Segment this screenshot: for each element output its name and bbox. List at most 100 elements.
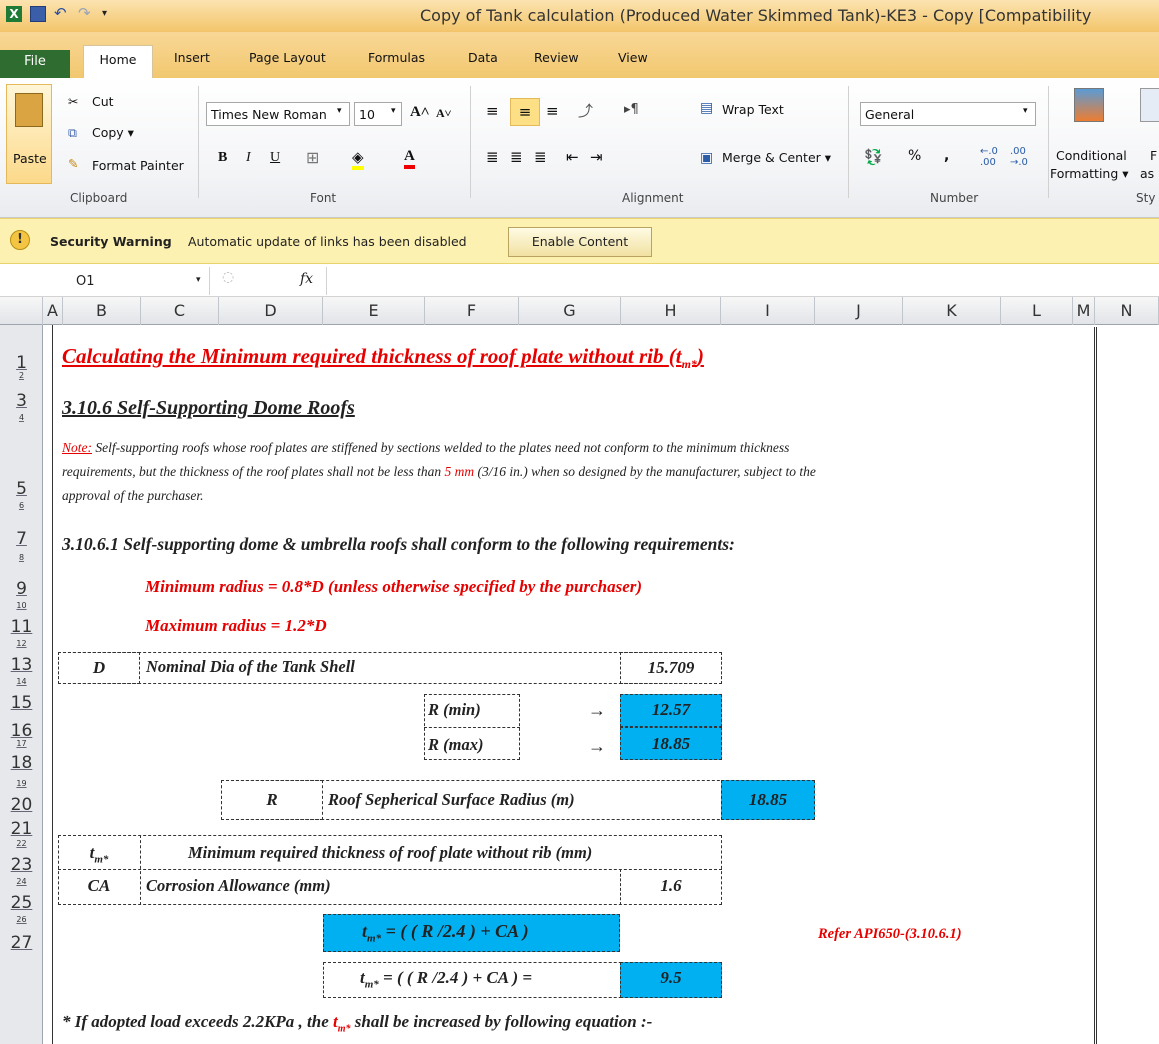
tab-file[interactable]: File xyxy=(0,50,70,78)
align-right-icon[interactable]: ≣ xyxy=(534,148,547,166)
font-size-select[interactable]: 10 ▾ xyxy=(354,102,402,126)
row-header[interactable]: 22 xyxy=(0,839,43,849)
align-bottom-icon[interactable]: ≡ xyxy=(546,102,559,120)
column-header[interactable]: J xyxy=(815,297,903,325)
save-icon[interactable] xyxy=(30,6,46,22)
formula-input[interactable] xyxy=(326,267,1159,295)
row-header[interactable]: 10 xyxy=(0,601,43,611)
row-header[interactable]: 4 xyxy=(0,413,43,423)
tab-home[interactable]: Home xyxy=(83,45,153,78)
paste-icon xyxy=(15,93,43,127)
ca-value: 1.6 xyxy=(660,876,682,895)
column-header[interactable]: I xyxy=(721,297,815,325)
row-header[interactable]: 12 xyxy=(0,639,43,649)
row-header[interactable]: 14 xyxy=(0,677,43,687)
select-all-corner[interactable] xyxy=(0,297,43,325)
number-format-select[interactable]: General ▾ xyxy=(860,102,1036,126)
underline-icon[interactable]: U xyxy=(270,150,280,166)
row-header[interactable]: 9 xyxy=(0,579,43,599)
column-header[interactable]: D xyxy=(219,297,323,325)
align-left-icon[interactable]: ≣ xyxy=(486,148,499,166)
percent-icon[interactable]: % xyxy=(908,148,921,164)
section-title: 3.10.6 Self-Supporting Dome Roofs xyxy=(62,397,355,419)
row-header[interactable]: 7 xyxy=(0,529,43,549)
insert-function-icon[interactable]: fx xyxy=(300,271,313,287)
row-header[interactable]: 3 xyxy=(0,391,43,411)
row-header[interactable]: 19 xyxy=(0,779,43,789)
conditional-formatting-button[interactable]: Conditional xyxy=(1056,148,1127,163)
currency-icon[interactable]: 💱 xyxy=(864,148,883,166)
row-header[interactable]: 16 xyxy=(0,721,43,741)
paste-button[interactable]: Paste xyxy=(6,84,52,184)
increase-indent-icon[interactable]: ⇥ xyxy=(590,148,603,166)
row-header[interactable]: 20 xyxy=(0,795,43,815)
tab-data[interactable]: Data xyxy=(468,50,498,65)
radius-label: Roof Sepherical Surface Radius (m) xyxy=(328,790,575,809)
format-painter-button[interactable]: Format Painter xyxy=(92,158,184,173)
wrap-text-button[interactable]: Wrap Text xyxy=(722,102,784,117)
font-color-icon[interactable]: A xyxy=(404,148,415,169)
row-header[interactable]: 1 xyxy=(0,353,43,373)
row-header[interactable]: 11 xyxy=(0,617,43,637)
grow-font-icon[interactable]: A˄ xyxy=(410,104,429,121)
tab-insert[interactable]: Insert xyxy=(174,50,210,65)
font-name-select[interactable]: Times New Roman ▾ xyxy=(206,102,350,126)
row-header[interactable]: 2 xyxy=(0,371,43,381)
align-center-icon[interactable]: ≣ xyxy=(510,148,523,166)
border-icon[interactable]: ⊞ xyxy=(306,148,319,167)
format-table-button[interactable]: F xyxy=(1150,148,1157,163)
column-header[interactable]: H xyxy=(621,297,721,325)
row-header[interactable]: 18 xyxy=(0,753,43,773)
font-name-value: Times New Roman xyxy=(211,107,327,122)
row-header[interactable]: 27 xyxy=(0,933,43,953)
column-header[interactable]: M xyxy=(1073,297,1095,325)
column-header[interactable]: L xyxy=(1001,297,1073,325)
tab-formulas[interactable]: Formulas xyxy=(368,50,425,65)
column-header[interactable]: K xyxy=(903,297,1001,325)
column-header[interactable]: F xyxy=(425,297,519,325)
bold-icon[interactable]: B xyxy=(218,150,227,166)
copy-button[interactable]: Copy ▾ xyxy=(92,125,134,140)
row-header[interactable]: 5 xyxy=(0,479,43,499)
row-header[interactable]: 21 xyxy=(0,819,43,839)
column-header[interactable]: B xyxy=(63,297,141,325)
row-header[interactable]: 26 xyxy=(0,915,43,925)
row-header[interactable]: 6 xyxy=(0,501,43,511)
column-header[interactable]: C xyxy=(141,297,219,325)
tab-view[interactable]: View xyxy=(618,50,648,65)
shrink-font-icon[interactable]: A˅ xyxy=(436,106,452,121)
formula-bar-resize-icon[interactable]: ◌ xyxy=(222,269,234,285)
decrease-decimal-icon[interactable]: .00 →.0 xyxy=(1010,146,1028,168)
row-header[interactable]: 8 xyxy=(0,553,43,563)
row-header[interactable]: 25 xyxy=(0,893,43,913)
tab-page-layout[interactable]: Page Layout xyxy=(249,50,326,65)
redo-icon[interactable]: ↷ xyxy=(78,6,94,22)
enable-content-button[interactable]: Enable Content xyxy=(508,227,652,257)
cut-button[interactable]: Cut xyxy=(92,94,114,109)
row-header[interactable]: 13 xyxy=(0,655,43,675)
fill-color-icon[interactable]: ◈ xyxy=(352,148,364,170)
align-middle-icon[interactable]: ≡ xyxy=(510,98,540,126)
tab-review[interactable]: Review xyxy=(534,50,579,65)
comma-icon[interactable]: , xyxy=(944,148,949,164)
column-header[interactable]: N xyxy=(1095,297,1159,325)
column-header[interactable]: E xyxy=(323,297,425,325)
row-header[interactable]: 17 xyxy=(0,739,43,749)
text-direction-icon[interactable]: ▸¶ xyxy=(624,102,639,117)
window-title: Copy of Tank calculation (Produced Water… xyxy=(420,6,1092,25)
name-box[interactable]: O1 ▾ xyxy=(0,267,210,295)
row-header[interactable]: 15 xyxy=(0,693,43,713)
increase-decimal-icon[interactable]: ←.0.00 xyxy=(980,146,998,168)
undo-icon[interactable]: ↶ xyxy=(54,6,70,22)
customize-toolbar-icon[interactable]: ▾ xyxy=(102,6,118,22)
merge-center-button[interactable]: Merge & Center ▾ xyxy=(722,150,831,165)
row-header[interactable]: 24 xyxy=(0,877,43,887)
column-header[interactable]: G xyxy=(519,297,621,325)
orientation-icon[interactable]: ⤴ xyxy=(578,100,593,121)
format-table-label: as xyxy=(1140,166,1155,181)
column-header[interactable]: A xyxy=(43,297,63,325)
row-header[interactable]: 23 xyxy=(0,855,43,875)
decrease-indent-icon[interactable]: ⇤ xyxy=(566,148,579,166)
align-top-icon[interactable]: ≡ xyxy=(486,102,499,120)
italic-icon[interactable]: I xyxy=(246,150,251,166)
